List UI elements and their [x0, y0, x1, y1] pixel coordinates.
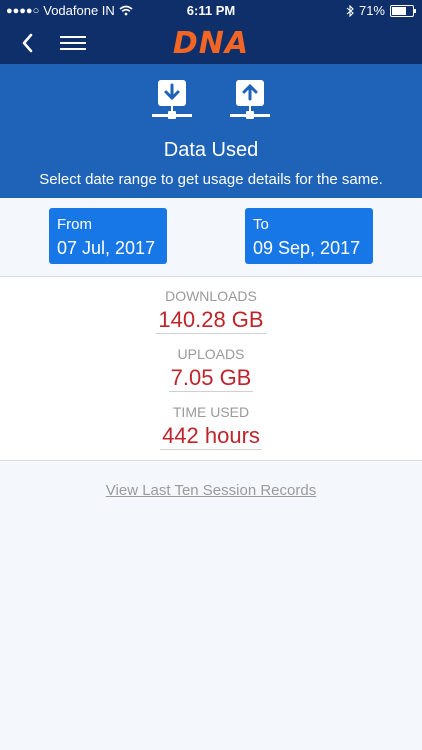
from-date: 07 Jul, 2017 [57, 238, 156, 258]
to-date-button[interactable]: To 09 Sep, 2017 [245, 208, 373, 264]
status-bar: ●●●●○ Vodafone IN 6:11 PM 71% [0, 0, 422, 22]
time-used-value: 442 hours [160, 423, 262, 450]
battery-percent: 71% [358, 3, 385, 18]
upload-icon [230, 80, 270, 119]
downloads-value-row: 140.28 GB [0, 307, 422, 334]
status-right: 71% [346, 3, 416, 18]
uploads-label: UPLOADS [177, 346, 245, 362]
top-bar: ●●●●○ Vodafone IN 6:11 PM 71% DNA [0, 0, 422, 64]
from-date-button[interactable]: From 07 Jul, 2017 [49, 208, 167, 264]
to-label: To [253, 216, 269, 233]
usage-stats: DOWNLOADS 140.28 GB UPLOADS 7.05 GB TIME… [0, 277, 422, 461]
download-icon [152, 80, 192, 119]
data-used-header: Data Used Select date range to get usage… [0, 64, 422, 198]
downloads-value: 140.28 GB [156, 307, 266, 334]
time-used-value-row: 442 hours [0, 423, 422, 450]
nav-bar: DNA [0, 22, 422, 64]
bluetooth-icon [346, 4, 354, 17]
uploads-value-row: 7.05 GB [0, 365, 422, 392]
time-used-label: TIME USED [172, 404, 250, 420]
from-label: From [57, 216, 92, 233]
battery-icon [390, 4, 416, 17]
downloads-label: DOWNLOADS [165, 288, 257, 304]
to-date: 09 Sep, 2017 [253, 238, 361, 258]
dna-logo: DNA [172, 26, 250, 61]
transfer-icons [0, 78, 422, 126]
page-title: Data Used [163, 139, 259, 161]
session-records-link[interactable]: View Last Ten Session Records [0, 482, 422, 499]
page-subtitle: Select date range to get usage details f… [39, 171, 383, 188]
date-range-section: From 07 Jul, 2017 To 09 Sep, 2017 [0, 198, 422, 277]
uploads-value: 7.05 GB [168, 365, 254, 392]
